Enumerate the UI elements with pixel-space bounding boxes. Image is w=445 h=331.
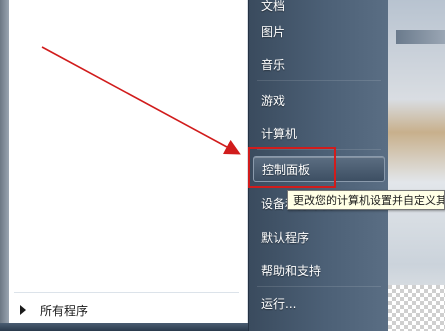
- menu-item-run-label: 运行...: [261, 296, 297, 311]
- window-frame: [0, 0, 9, 331]
- menu-item-games[interactable]: 游戏: [253, 87, 385, 113]
- menu-item-pictures-label: 图片: [261, 24, 286, 39]
- highlight-box: [248, 147, 336, 188]
- wallpaper-checker: [388, 285, 445, 331]
- desktop-wallpaper: [388, 0, 445, 331]
- control-panel-tooltip: 更改您的计算机设置并自定义其功能。: [287, 190, 445, 210]
- menu-item-documents[interactable]: 文档: [253, 0, 385, 18]
- programs-pane: 所有程序: [0, 0, 248, 331]
- menu-item-help-support-label: 帮助和支持: [261, 263, 322, 278]
- tooltip-text: 更改您的计算机设置并自定义其功能。: [293, 194, 445, 207]
- triangle-right-icon: [20, 305, 26, 315]
- menu-item-documents-label: 文档: [261, 0, 286, 13]
- wallpaper-detail: [396, 30, 445, 44]
- menu-item-run[interactable]: 运行...: [253, 290, 385, 316]
- menu-item-help-support[interactable]: 帮助和支持: [253, 257, 385, 283]
- menu-item-music[interactable]: 音乐: [253, 51, 385, 77]
- menu-item-music-label: 音乐: [261, 57, 286, 72]
- divider: [257, 80, 381, 81]
- menu-separator: [14, 292, 239, 293]
- all-programs-item[interactable]: 所有程序: [14, 299, 239, 321]
- menu-item-computer[interactable]: 计算机: [253, 120, 385, 146]
- all-programs-label: 所有程序: [40, 303, 89, 318]
- menu-item-pictures[interactable]: 图片: [253, 18, 385, 44]
- search-area: [0, 323, 248, 331]
- menu-item-games-label: 游戏: [261, 93, 286, 108]
- menu-item-default-programs[interactable]: 默认程序: [253, 224, 385, 250]
- menu-item-default-programs-label: 默认程序: [261, 230, 310, 245]
- menu-item-computer-label: 计算机: [261, 126, 298, 141]
- divider: [257, 286, 381, 287]
